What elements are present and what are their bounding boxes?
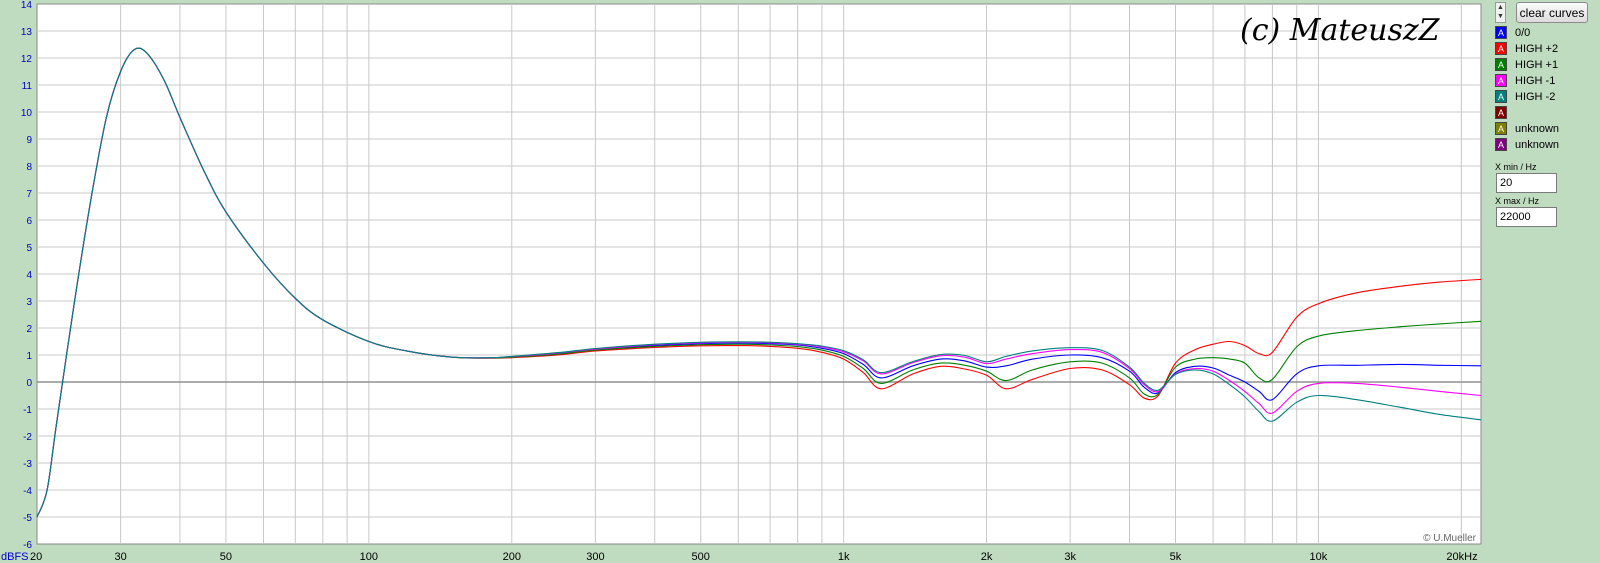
x-tick-label: 300 bbox=[586, 551, 604, 563]
legend-label: unknown bbox=[1515, 138, 1560, 151]
y-tick-label: 5 bbox=[26, 243, 32, 254]
legend-item[interactable]: A HIGH +1 bbox=[1495, 57, 1558, 72]
y-tick-label: 6 bbox=[26, 216, 32, 227]
grid-lines bbox=[37, 4, 1481, 544]
x-tick-label: 200 bbox=[503, 551, 521, 563]
legend-toggle-icon[interactable]: A bbox=[1495, 138, 1507, 151]
legend-label: 0/0 bbox=[1515, 26, 1531, 39]
y-tick-label: 11 bbox=[22, 81, 33, 92]
y-tick-label: 2 bbox=[26, 324, 32, 335]
x-tick-label: 2k bbox=[981, 551, 993, 563]
legend-item[interactable]: Aunknown bbox=[1495, 137, 1559, 152]
y-tick-label: -5 bbox=[23, 513, 32, 524]
xmin-input[interactable] bbox=[1496, 173, 1557, 193]
frequency-response-plot: 30 50 100 200 300 500 1k 2k 3k 5k 10k1413121110987… bbox=[1, 0, 1482, 563]
xmax-label: X max / Hz bbox=[1495, 196, 1540, 206]
y-tick-label: 7 bbox=[26, 189, 32, 200]
spin-arrows-icon[interactable]: ▲ ▼ bbox=[1495, 2, 1506, 23]
legend-label: HIGH +2 bbox=[1515, 42, 1559, 55]
side-panel: ▲ ▼ clear curves A 0/0 A HIGH +2 A HIGH +1 A HIG… bbox=[1483, 0, 1600, 563]
legend-toggle-icon[interactable]: A bbox=[1495, 90, 1507, 103]
legend-item[interactable]: A 0/0 bbox=[1495, 25, 1530, 40]
credit-text: © U.Mueller bbox=[1423, 533, 1477, 544]
legend-toggle-icon[interactable]: A bbox=[1495, 26, 1507, 39]
y-tick-label: 8 bbox=[26, 162, 32, 173]
x-tick-label: 500 bbox=[692, 551, 710, 563]
legend-label: HIGH +1 bbox=[1515, 58, 1559, 71]
legend-toggle-icon[interactable]: A bbox=[1495, 74, 1507, 87]
x-tick-label: 50 bbox=[220, 551, 232, 563]
y-tick-label: 13 bbox=[21, 27, 33, 38]
clear-curves-button[interactable]: clear curves bbox=[1516, 2, 1588, 23]
x-tick-label: 30 bbox=[114, 551, 126, 563]
x-tick-label: 3k bbox=[1064, 551, 1076, 563]
y-tick-label: -3 bbox=[23, 459, 32, 470]
legend-label: HIGH -1 bbox=[1515, 74, 1556, 87]
legend-toggle-icon[interactable]: A bbox=[1495, 106, 1507, 119]
legend-toggle-icon[interactable]: A bbox=[1495, 58, 1507, 71]
legend-item[interactable]: Aunknown bbox=[1495, 121, 1559, 136]
y-unit-label: dBFS bbox=[1, 551, 29, 563]
y-tick-label: 4 bbox=[26, 270, 32, 281]
xmin-label: X min / Hz bbox=[1495, 162, 1537, 172]
x-tick-label: 1k bbox=[838, 551, 850, 563]
y-tick-label: -6 bbox=[23, 540, 32, 551]
x-tick-label: 100 bbox=[360, 551, 378, 563]
legend-label: HIGH -2 bbox=[1515, 90, 1556, 103]
x-start-label: 20 bbox=[30, 551, 42, 563]
y-tick-label: 3 bbox=[26, 297, 32, 308]
y-tick-label: -2 bbox=[23, 432, 32, 443]
x-tick-label: 10k bbox=[1310, 551, 1328, 563]
legend-toggle-icon[interactable]: A bbox=[1495, 42, 1507, 55]
y-tick-label: 1 bbox=[26, 351, 32, 362]
y-tick-label: -1 bbox=[23, 405, 32, 416]
legend-item[interactable]: A bbox=[1495, 105, 1515, 120]
legend-item[interactable]: A HIGH -2 bbox=[1495, 89, 1555, 104]
y-tick-label: 12 bbox=[21, 54, 33, 65]
xmax-input[interactable] bbox=[1496, 207, 1557, 227]
legend-toggle-icon[interactable]: A bbox=[1495, 122, 1507, 135]
y-tick-label: 14 bbox=[21, 0, 33, 11]
watermark-text: (c) MateuszZ bbox=[1240, 13, 1441, 48]
y-tick-label: -4 bbox=[23, 486, 32, 497]
y-tick-label: 10 bbox=[21, 108, 33, 119]
x-tick-label: 5k bbox=[1170, 551, 1182, 563]
y-tick-label: 9 bbox=[26, 135, 32, 146]
legend-item[interactable]: A HIGH -1 bbox=[1495, 73, 1555, 88]
x-unit-label: 20kHz bbox=[1446, 551, 1477, 563]
legend-label: unknown bbox=[1515, 122, 1560, 135]
y-tick-label: 0 bbox=[26, 378, 32, 389]
legend-item[interactable]: A HIGH +2 bbox=[1495, 41, 1558, 56]
